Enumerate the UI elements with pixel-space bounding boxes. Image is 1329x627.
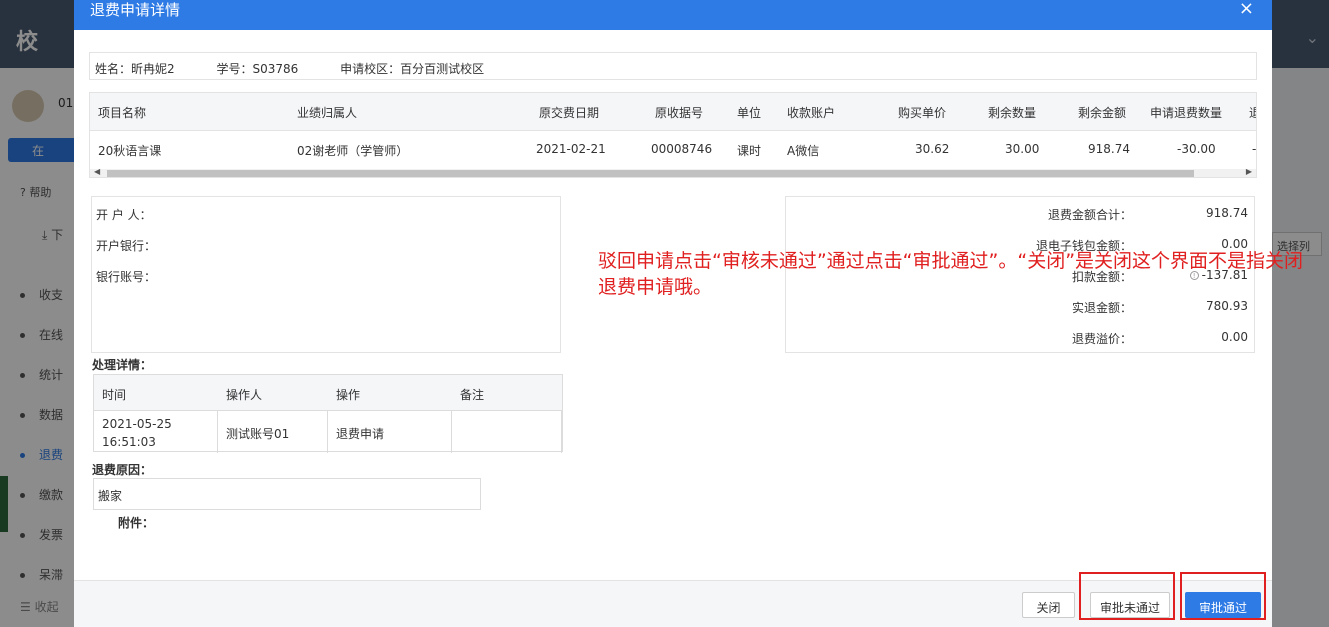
table-cell: A微信 bbox=[787, 144, 820, 158]
modal-header: 退费申请详情 × bbox=[74, 0, 1272, 30]
reason-field: 搬家 bbox=[93, 478, 481, 510]
reject-highlight-box bbox=[1079, 572, 1175, 620]
process-label: 处理详情： bbox=[92, 358, 153, 372]
student-name: 姓名：昕冉妮2 bbox=[95, 62, 175, 76]
col-header: 业绩归属人 bbox=[297, 106, 358, 120]
table-cell: 02谢老师（学管师） bbox=[297, 144, 409, 158]
scroll-left-icon[interactable]: ◀ bbox=[94, 167, 100, 176]
table-cell bbox=[452, 411, 562, 453]
student-info-bar: 姓名：昕冉妮2 学号：S03786 申请校区：百分百测试校区 bbox=[89, 52, 1257, 80]
col-header: 原收据号 bbox=[655, 106, 704, 120]
campus: 申请校区：百分百测试校区 bbox=[340, 62, 485, 76]
attachment-label: 附件： bbox=[118, 516, 155, 530]
table-row: 20秋语言课 02谢老师（学管师） 2021-02-21 00008746 课时… bbox=[90, 131, 1257, 169]
close-icon[interactable]: × bbox=[1239, 0, 1254, 19]
summary-value: 0.00 bbox=[1221, 330, 1248, 344]
reason-label: 退费原因： bbox=[92, 463, 153, 477]
col-header: 操作人 bbox=[226, 388, 263, 402]
table-cell: - bbox=[1252, 142, 1257, 156]
table-header-row: 时间 操作人 操作 备注 bbox=[94, 375, 562, 411]
table-cell: 退费申请 bbox=[328, 411, 452, 453]
horizontal-scrollbar[interactable]: ◀ ▶ bbox=[90, 167, 1256, 177]
col-header: 单位 bbox=[737, 106, 762, 120]
col-header: 项目名称 bbox=[98, 106, 147, 120]
col-header: 购买单价 bbox=[898, 106, 947, 120]
account-number-label: 银行账号： bbox=[96, 270, 157, 284]
bank-info-box: 开 户 人： 开户银行： 银行账号： bbox=[91, 196, 561, 353]
account-holder-label: 开 户 人： bbox=[96, 208, 152, 222]
table-cell: 2021-02-21 bbox=[536, 142, 606, 156]
modal-title: 退费申请详情 bbox=[90, 1, 181, 19]
summary-label: 退费溢价： bbox=[1071, 332, 1132, 346]
table-header-row: 项目名称 业绩归属人 原交费日期 原收据号 单位 收款账户 购买单价 剩余数量 … bbox=[90, 93, 1256, 131]
bank-name-label: 开户银行： bbox=[96, 239, 157, 253]
table-cell: -30.00 bbox=[1177, 142, 1216, 156]
close-button[interactable]: 关闭 bbox=[1022, 592, 1075, 618]
table-cell: 00008746 bbox=[651, 142, 713, 156]
refund-items-table: 项目名称 业绩归属人 原交费日期 原收据号 单位 收款账户 购买单价 剩余数量 … bbox=[89, 92, 1257, 178]
summary-label: 实退金额： bbox=[1071, 301, 1132, 315]
scroll-right-icon[interactable]: ▶ bbox=[1246, 167, 1252, 176]
summary-value: 918.74 bbox=[1206, 206, 1248, 220]
col-header: 退 bbox=[1249, 104, 1256, 121]
student-id: 学号：S03786 bbox=[216, 62, 299, 76]
col-header: 剩余金额 bbox=[1078, 106, 1127, 120]
summary-value: 780.93 bbox=[1206, 299, 1248, 313]
col-header: 操作 bbox=[336, 388, 361, 402]
summary-row: 实退金额： 780.93 bbox=[786, 299, 1256, 315]
col-header: 剩余数量 bbox=[988, 106, 1037, 120]
col-header: 申请退费数量 bbox=[1150, 106, 1223, 120]
col-header: 备注 bbox=[460, 388, 485, 402]
approve-highlight-box bbox=[1180, 572, 1266, 620]
table-cell: 20秋语言课 bbox=[98, 144, 162, 158]
summary-label: 退费金额合计： bbox=[1047, 208, 1132, 222]
table-cell: 918.74 bbox=[1088, 142, 1130, 156]
table-cell: 课时 bbox=[737, 144, 762, 158]
table-cell: 2021-05-25 16:51:03 bbox=[94, 411, 218, 453]
annotation-text: 驳回申请点击“审核未通过”通过点击“审批通过”。“关闭”是关闭这个界面不是指关闭… bbox=[598, 250, 1304, 298]
summary-row: 退费溢价： 0.00 bbox=[786, 330, 1256, 346]
table-cell: 30.62 bbox=[915, 142, 950, 156]
refund-detail-modal: 退费申请详情 × 姓名：昕冉妮2 学号：S03786 申请校区：百分百测试校区 … bbox=[74, 0, 1303, 627]
col-header: 收款账户 bbox=[787, 106, 836, 120]
col-header: 时间 bbox=[102, 388, 127, 402]
table-cell: 30.00 bbox=[1005, 142, 1040, 156]
scrollbar-thumb[interactable] bbox=[107, 170, 1194, 177]
process-table: 时间 操作人 操作 备注 2021-05-25 16:51:03 测试账号01 … bbox=[93, 374, 563, 453]
table-cell: 测试账号01 bbox=[218, 411, 328, 453]
col-header: 原交费日期 bbox=[539, 106, 600, 120]
summary-row: 退费金额合计： 918.74 bbox=[786, 206, 1256, 222]
